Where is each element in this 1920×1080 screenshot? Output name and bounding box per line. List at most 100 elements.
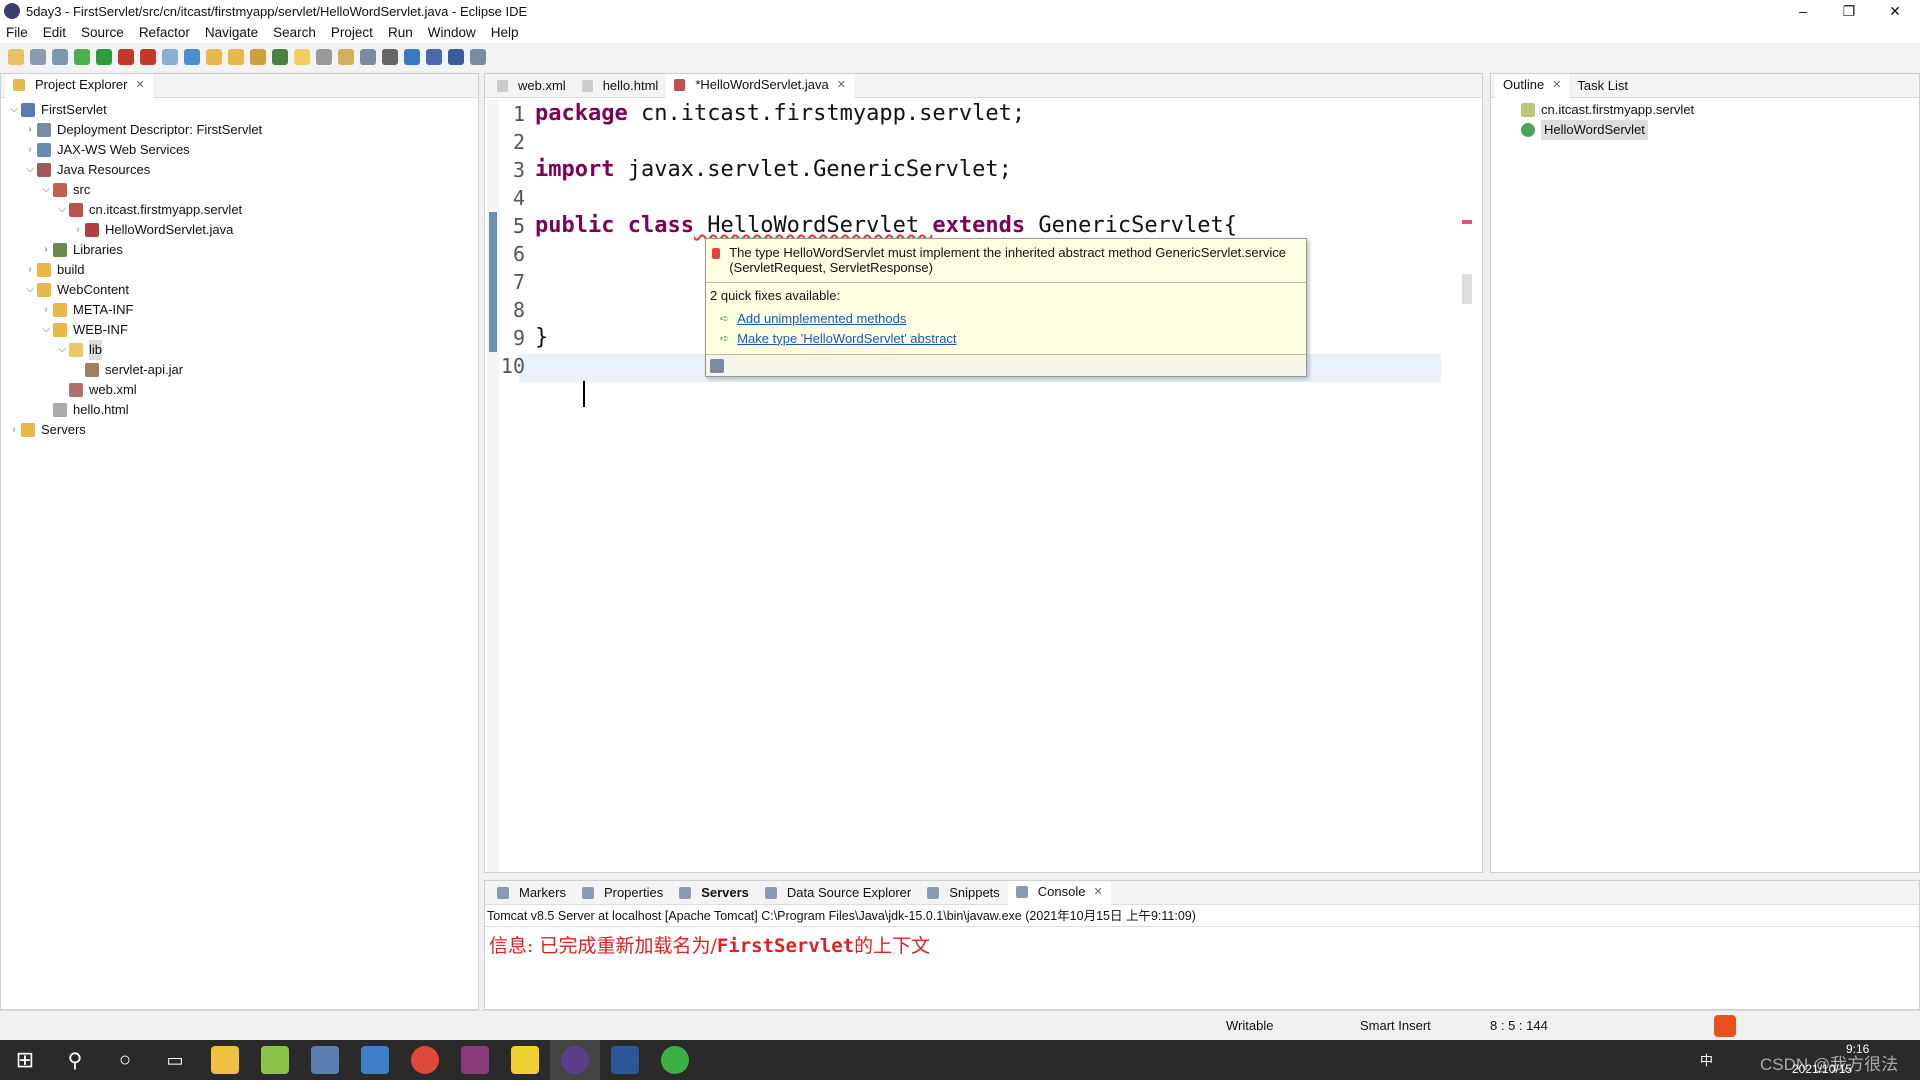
toolbar-button[interactable]: [162, 49, 178, 65]
tab-servers[interactable]: Servers: [671, 881, 757, 905]
toolbar-button[interactable]: [96, 49, 112, 65]
task-view-icon[interactable]: ▭: [150, 1040, 200, 1080]
toolbar-button[interactable]: [140, 49, 156, 65]
collapsed-arrow-icon[interactable]: ›: [7, 420, 21, 440]
tab-markers[interactable]: Markers: [489, 881, 574, 905]
toolbar-button[interactable]: [228, 49, 244, 65]
tree-item[interactable]: ⌵ WEB-INF: [1, 320, 478, 340]
editor-tab[interactable]: *HelloWordServlet.java ✕: [666, 73, 854, 98]
toolbar-button[interactable]: [206, 49, 222, 65]
toolbar-button[interactable]: [250, 49, 266, 65]
tree-item[interactable]: ⌵ lib: [1, 340, 478, 360]
tree-item[interactable]: › META-INF: [1, 300, 478, 320]
cortana-icon[interactable]: ○: [100, 1040, 150, 1080]
expanded-arrow-icon[interactable]: ⌵: [55, 340, 69, 360]
search-icon[interactable]: ⚲: [50, 1040, 100, 1080]
toolbar-button[interactable]: [8, 49, 24, 65]
tab-outline[interactable]: Outline ✕: [1495, 73, 1570, 98]
restore-button[interactable]: ❐: [1826, 0, 1872, 22]
menu-window[interactable]: Window: [428, 25, 476, 40]
notepad-icon[interactable]: [250, 1040, 300, 1080]
word-icon[interactable]: [600, 1040, 650, 1080]
toolbar-button[interactable]: [74, 49, 90, 65]
tab-project-explorer[interactable]: Project Explorer ✕: [5, 73, 153, 98]
close-icon[interactable]: ✕: [837, 78, 846, 91]
chrome-icon[interactable]: [400, 1040, 450, 1080]
menu-edit[interactable]: Edit: [43, 25, 66, 40]
expanded-arrow-icon[interactable]: ⌵: [23, 280, 37, 300]
close-icon[interactable]: ✕: [1094, 885, 1103, 898]
toolbar-button[interactable]: [52, 49, 68, 65]
menu-help[interactable]: Help: [491, 25, 519, 40]
expanded-arrow-icon[interactable]: ⌵: [23, 160, 37, 180]
menu-project[interactable]: Project: [331, 25, 373, 40]
tree-item[interactable]: › HelloWordServlet.java: [1, 220, 478, 240]
tab-snippets[interactable]: Snippets: [919, 881, 1008, 905]
toolbar-button[interactable]: [382, 49, 398, 65]
vertical-scrollbar[interactable]: [1460, 100, 1474, 870]
eclipse-taskbar-icon[interactable]: [550, 1040, 600, 1080]
expanded-arrow-icon[interactable]: ⌵: [39, 180, 53, 200]
tree-item[interactable]: ⌵ src: [1, 180, 478, 200]
menu-file[interactable]: File: [6, 25, 28, 40]
tab-task-list[interactable]: Task List: [1569, 74, 1636, 98]
toolbar-button[interactable]: [118, 49, 134, 65]
close-icon[interactable]: ✕: [1552, 78, 1561, 91]
toolbar-button[interactable]: [404, 49, 420, 65]
expanded-arrow-icon[interactable]: ⌵: [39, 320, 53, 340]
console-output[interactable]: 信息: 已完成重新加载名为/FirstServlet的上下文: [485, 927, 1919, 962]
ime-indicator[interactable]: 中: [1700, 1050, 1713, 1069]
tree-item[interactable]: ⌵ WebContent: [1, 280, 478, 300]
menu-refactor[interactable]: Refactor: [139, 25, 190, 40]
error-marker[interactable]: [1462, 220, 1472, 224]
start-button[interactable]: ⊞: [0, 1040, 50, 1080]
quick-fix-link[interactable]: Add unimplemented methods: [737, 311, 906, 326]
minimize-button[interactable]: –: [1780, 0, 1826, 22]
collapsed-arrow-icon[interactable]: ›: [39, 300, 53, 320]
tree-item[interactable]: › Deployment Descriptor: FirstServlet: [1, 120, 478, 140]
clock-time[interactable]: 9:16: [1846, 1042, 1869, 1056]
tree-item[interactable]: ⌵ FirstServlet: [1, 100, 478, 120]
collapsed-arrow-icon[interactable]: ›: [39, 240, 53, 260]
sogou-ime-icon[interactable]: [1714, 1015, 1736, 1037]
tab-console[interactable]: Console ✕: [1007, 880, 1111, 905]
tree-item[interactable]: hello.html: [1, 400, 478, 420]
file-explorer-icon[interactable]: [200, 1040, 250, 1080]
quick-fix-link[interactable]: Make type 'HelloWordServlet' abstract: [737, 331, 956, 346]
tab-properties[interactable]: Properties: [574, 881, 671, 905]
tree-item[interactable]: web.xml: [1, 380, 478, 400]
toolbar-button[interactable]: [448, 49, 464, 65]
settings-icon[interactable]: [710, 359, 724, 373]
tree-item[interactable]: › Servers: [1, 420, 478, 440]
expanded-arrow-icon[interactable]: ⌵: [7, 100, 21, 120]
app-icon[interactable]: [650, 1040, 700, 1080]
toolbar-button[interactable]: [426, 49, 442, 65]
toolbar-button[interactable]: [272, 49, 288, 65]
tree-item[interactable]: › JAX-WS Web Services: [1, 140, 478, 160]
close-icon[interactable]: ✕: [135, 78, 144, 91]
collapsed-arrow-icon[interactable]: ›: [71, 220, 85, 240]
tree-item[interactable]: ⌵ Java Resources: [1, 160, 478, 180]
scroll-thumb[interactable]: [1462, 274, 1472, 304]
expanded-arrow-icon[interactable]: ⌵: [55, 200, 69, 220]
toolbar-button[interactable]: [184, 49, 200, 65]
tab-data-source-explorer[interactable]: Data Source Explorer: [757, 881, 919, 905]
toolbar-button[interactable]: [30, 49, 46, 65]
app-icon[interactable]: [300, 1040, 350, 1080]
outline-class[interactable]: HelloWordServlet: [1521, 120, 1919, 140]
toolbar-button[interactable]: [294, 49, 310, 65]
collapsed-arrow-icon[interactable]: ›: [23, 140, 37, 160]
tree-item[interactable]: servlet-api.jar: [1, 360, 478, 380]
toolbar-button[interactable]: [338, 49, 354, 65]
editor-tab[interactable]: web.xml: [489, 74, 574, 98]
tree-item[interactable]: › Libraries: [1, 240, 478, 260]
tree-item[interactable]: ⌵ cn.itcast.firstmyapp.servlet: [1, 200, 478, 220]
tree-item[interactable]: › build: [1, 260, 478, 280]
menu-search[interactable]: Search: [273, 25, 316, 40]
clock-date[interactable]: 2021/10/15: [1792, 1062, 1852, 1076]
collapsed-arrow-icon[interactable]: ›: [23, 260, 37, 280]
close-button[interactable]: ✕: [1872, 0, 1918, 22]
editor-tab[interactable]: hello.html: [574, 74, 667, 98]
app-icon[interactable]: [350, 1040, 400, 1080]
help-icon[interactable]: [500, 1040, 550, 1080]
